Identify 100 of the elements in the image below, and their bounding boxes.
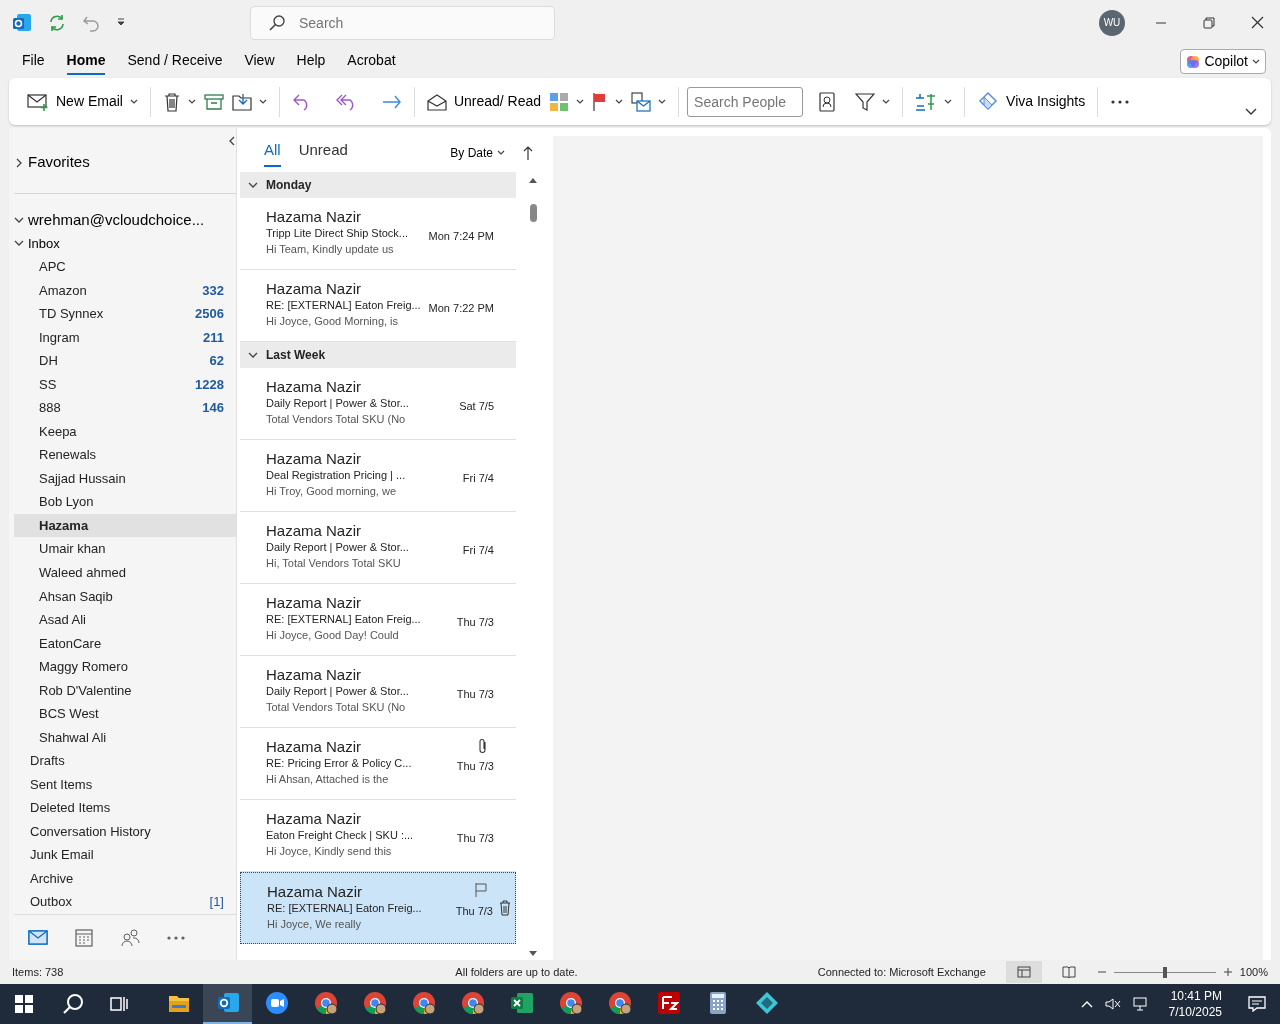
folder-item[interactable]: Umair khan bbox=[14, 537, 236, 561]
menu-tab[interactable]: File bbox=[22, 48, 45, 75]
connection-status: Connected to: Microsoft Exchange bbox=[817, 964, 986, 980]
message-item[interactable]: Hazama Nazir Daily Report | Power & Stor... Hi, Total Vendors Total SKU Fri 7/4 bbox=[240, 512, 516, 584]
copilot-button[interactable]: Copilot bbox=[1180, 49, 1266, 74]
filter-tab[interactable]: All bbox=[264, 139, 281, 167]
message-item[interactable]: Hazama Nazir Tripp Lite Direct Ship Stock... Hi Team, Kindly update us Mon 7:24 PM bbox=[240, 198, 516, 270]
folder-name: Sajjad Hussain bbox=[39, 469, 126, 488]
people-icon[interactable] bbox=[120, 927, 140, 948]
mail-icon[interactable] bbox=[28, 927, 48, 948]
clock[interactable]: 10:41 PM 7/10/2025 bbox=[1168, 988, 1222, 1020]
calendar-icon[interactable] bbox=[74, 927, 94, 948]
account-header[interactable]: wrehman@vcloudchoice... bbox=[14, 208, 236, 232]
network-icon[interactable] bbox=[1132, 997, 1149, 1011]
folder-item[interactable]: Drafts bbox=[14, 749, 236, 773]
folder-name: 888 bbox=[39, 399, 61, 418]
menu-tab[interactable]: Acrobat bbox=[347, 48, 396, 75]
message-subject: Eaton Freight Check | SKU :... bbox=[266, 828, 414, 843]
search-people-field[interactable]: Search People bbox=[687, 86, 804, 117]
start-icon[interactable] bbox=[15, 995, 33, 1013]
zoom-slider-thumb[interactable] bbox=[1162, 966, 1167, 978]
inbox-folder[interactable]: Inbox bbox=[14, 231, 236, 256]
folder-item[interactable]: Sent Items bbox=[14, 772, 236, 797]
close-icon[interactable] bbox=[1251, 16, 1264, 29]
outlook-logo-icon bbox=[215, 991, 240, 1015]
expand-ribbon-icon[interactable] bbox=[1245, 107, 1257, 116]
chevron-up-icon[interactable] bbox=[1080, 1000, 1093, 1008]
collapse-pane-icon[interactable] bbox=[228, 136, 236, 146]
folder-item[interactable]: SS 1228 bbox=[14, 372, 236, 397]
ftp-app-icon bbox=[656, 991, 681, 1015]
folder-name: Rob D'Valentine bbox=[39, 681, 132, 700]
folder-item[interactable]: Deleted Items bbox=[14, 796, 236, 820]
task-view-icon[interactable] bbox=[110, 995, 128, 1013]
menu-tab[interactable]: Help bbox=[296, 48, 326, 75]
folder-item[interactable]: EatonCare bbox=[14, 631, 236, 656]
sort-direction-icon[interactable] bbox=[523, 146, 533, 160]
message-item[interactable]: Hazama Nazir Daily Report | Power & Stor... Total Vendors Total SKU (No Thu 7/3 bbox=[240, 656, 516, 728]
folder-item[interactable]: Maggy Romero bbox=[14, 655, 236, 679]
restore-icon[interactable] bbox=[1203, 16, 1215, 29]
folder-item[interactable]: Shahwal Ali bbox=[14, 725, 236, 750]
folder-item[interactable]: Conversation History bbox=[14, 819, 236, 844]
menu-tab[interactable]: View bbox=[244, 48, 275, 75]
folder-item[interactable]: Rob D'Valentine bbox=[14, 678, 236, 703]
sort-dropdown[interactable]: By Date bbox=[450, 144, 505, 162]
folder-item[interactable]: Hazama bbox=[14, 513, 236, 538]
notification-icon[interactable] bbox=[1248, 996, 1266, 1012]
folder-item[interactable]: Archive bbox=[14, 866, 236, 891]
folder-item[interactable]: Ingram 211 bbox=[14, 325, 236, 350]
folder-item[interactable]: DH 62 bbox=[14, 349, 236, 373]
menu-tab[interactable]: Home bbox=[66, 48, 106, 75]
folder-item[interactable]: TD Synnex 2506 bbox=[14, 302, 236, 326]
search-icon[interactable] bbox=[62, 993, 84, 1015]
scroll-up-icon[interactable] bbox=[528, 176, 538, 184]
viva-insights-button[interactable]: Viva Insights bbox=[973, 87, 1090, 116]
folder-item[interactable]: Junk Email bbox=[14, 843, 236, 867]
new-email-button[interactable]: New Email bbox=[23, 88, 142, 115]
folder-item[interactable]: Amazon 332 bbox=[14, 278, 236, 303]
favorites-header[interactable]: Favorites bbox=[14, 151, 90, 174]
folder-item[interactable]: Ahsan Saqib bbox=[14, 584, 236, 609]
folder-name: DH bbox=[39, 352, 58, 371]
folder-item[interactable]: Asad Ali bbox=[14, 608, 236, 632]
folder-name: Drafts bbox=[30, 752, 65, 771]
user-avatar[interactable]: WU bbox=[1099, 9, 1125, 36]
folder-item[interactable]: BCS West bbox=[14, 702, 236, 726]
sync-icon[interactable] bbox=[48, 13, 66, 32]
muted-speaker-icon[interactable] bbox=[1104, 997, 1121, 1011]
folder-item[interactable]: Renewals bbox=[14, 443, 236, 467]
search-field[interactable]: Search bbox=[250, 5, 555, 40]
message-item[interactable]: Hazama Nazir RE: [EXTERNAL] Eaton Freig... Hi Joyce, We really Thu 7/3 bbox=[240, 872, 516, 944]
zoom-in-icon[interactable] bbox=[1223, 968, 1232, 976]
folder-name: TD Synnex bbox=[39, 305, 104, 324]
message-item[interactable]: Hazama Nazir Deal Registration Pricing | ... Hi Troy, Good morning, we Fri 7/4 bbox=[240, 440, 516, 512]
scroll-down-icon[interactable] bbox=[528, 950, 538, 958]
message-item[interactable]: Hazama Nazir RE: [EXTERNAL] Eaton Freig... Hi Joyce, Good Day! Could Thu 7/3 bbox=[240, 584, 516, 656]
group-header[interactable]: Monday bbox=[240, 172, 516, 198]
copilot-logo-icon bbox=[1186, 54, 1201, 69]
folder-item[interactable]: Waleed ahmed bbox=[14, 560, 236, 585]
filter-tab[interactable]: Unread bbox=[298, 139, 348, 167]
folder-item[interactable]: APC bbox=[14, 255, 236, 279]
normal-view-icon[interactable] bbox=[1005, 961, 1042, 983]
message-preview: Hi, Total Vendors Total SKU bbox=[266, 556, 401, 571]
message-time: Thu 7/3 bbox=[456, 831, 494, 846]
scrollbar-thumb[interactable] bbox=[529, 204, 537, 222]
flag-outline-icon[interactable] bbox=[475, 883, 487, 897]
folder-name: Outbox bbox=[30, 893, 72, 912]
customize-dropdown-icon[interactable] bbox=[116, 17, 126, 28]
reading-view-icon[interactable] bbox=[1061, 966, 1076, 978]
unread-read-button[interactable]: Unread/ Read bbox=[422, 88, 546, 115]
trash-icon[interactable] bbox=[499, 900, 511, 916]
message-time: Thu 7/3 bbox=[456, 759, 494, 774]
message-item[interactable]: Hazama Nazir Daily Report | Power & Stor... Total Vendors Total SKU (No Sat 7/5 bbox=[240, 368, 516, 440]
folder-item[interactable]: 888 146 bbox=[14, 396, 236, 420]
folder-item[interactable]: Outbox [1] bbox=[14, 890, 236, 914]
folder-item[interactable]: Sajjad Hussain bbox=[14, 466, 236, 491]
folder-item[interactable]: Bob Lyon bbox=[14, 490, 236, 514]
message-item[interactable]: Hazama Nazir RE: Pricing Error & Policy C... Hi Ahsan, Attached is the Thu 7/3 bbox=[240, 728, 516, 800]
menu-tab[interactable]: Send / Receive bbox=[127, 48, 223, 75]
folder-item[interactable]: Keepa bbox=[14, 419, 236, 444]
translate-icon bbox=[915, 91, 938, 112]
group-header[interactable]: Last Week bbox=[240, 342, 516, 368]
